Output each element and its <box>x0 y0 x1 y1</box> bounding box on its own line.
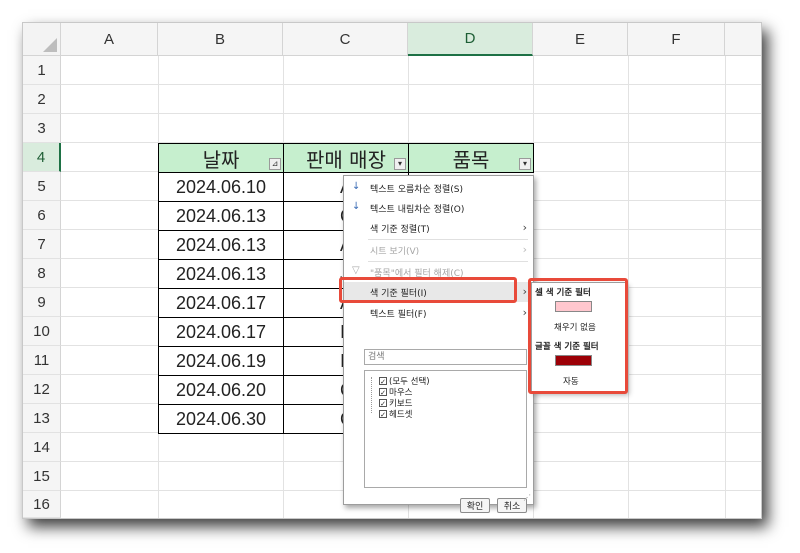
select-all-corner[interactable] <box>23 23 61 56</box>
menu-sort-by-color[interactable]: 색 기준 정렬(T) › <box>344 218 533 238</box>
row-header-3[interactable]: 3 <box>23 114 61 143</box>
filter-dropdown-icon[interactable]: ▾ <box>394 158 406 170</box>
row-header-12[interactable]: 12 <box>23 375 61 404</box>
spreadsheet-window: A B C D E F 1 2 3 4 5 6 7 8 9 10 11 12 1… <box>22 22 762 519</box>
date-cell[interactable]: 2024.06.13 <box>158 230 284 260</box>
row-header-1[interactable]: 1 <box>23 56 61 85</box>
row-header-10[interactable]: 10 <box>23 317 61 346</box>
date-cell[interactable]: 2024.06.13 <box>158 259 284 289</box>
menu-sort-ascending[interactable]: ↓ 텍스트 오름차순 정렬(S) <box>344 178 533 198</box>
header-cell-label: 날짜 <box>202 147 240 172</box>
row-header-15[interactable]: 15 <box>23 462 61 491</box>
row-header-11[interactable]: 11 <box>23 346 61 375</box>
row-header-2[interactable]: 2 <box>23 85 61 114</box>
menu-item-label: 색 기준 정렬(T) <box>370 224 430 235</box>
row-header-6[interactable]: 6 <box>23 201 61 230</box>
sort-ascending-icon: ↓ <box>352 181 361 192</box>
row-header-14[interactable]: 14 <box>23 433 61 462</box>
filter-dropdown-icon[interactable]: ⊿ <box>269 158 281 170</box>
header-cell-date[interactable]: 날짜 ⊿ <box>158 143 284 173</box>
tree-line <box>371 377 372 413</box>
filter-list-item[interactable]: ✓ 헤드셋 <box>379 408 412 420</box>
checkbox-checked-icon: ✓ <box>379 388 387 397</box>
row-header-7[interactable]: 7 <box>23 230 61 259</box>
column-header-e[interactable]: E <box>533 23 628 56</box>
date-cell[interactable]: 2024.06.17 <box>158 288 284 318</box>
filter-list-item-label: 헤드셋 <box>389 410 413 420</box>
date-cell[interactable]: 2024.06.13 <box>158 201 284 231</box>
row-header-13[interactable]: 13 <box>23 404 61 433</box>
column-header-d[interactable]: D <box>408 23 533 56</box>
column-header-b[interactable]: B <box>158 23 283 56</box>
filter-dropdown-menu: ↓ 텍스트 오름차순 정렬(S) ↓ 텍스트 내림차순 정렬(O) 색 기준 정… <box>343 175 534 513</box>
date-cell[interactable]: 2024.06.10 <box>158 172 284 202</box>
menu-sort-descending[interactable]: ↓ 텍스트 내림차순 정렬(O) <box>344 198 533 218</box>
checkbox-checked-icon: ✓ <box>379 410 387 419</box>
ok-button[interactable]: 확인 <box>460 498 490 513</box>
highlight-box <box>339 277 517 303</box>
row-header-4[interactable]: 4 <box>23 143 61 172</box>
chevron-right-icon: › <box>522 221 527 234</box>
filter-value-list: ✓ (모두 선택) ✓ 마우스 ✓ 키보드 ✓ 헤드셋 <box>364 370 527 488</box>
chevron-right-icon: › <box>522 285 527 298</box>
date-cell[interactable]: 2024.06.20 <box>158 375 284 405</box>
row-header-16[interactable]: 16 <box>23 491 61 518</box>
row-header-8[interactable]: 8 <box>23 259 61 288</box>
menu-item-label: 텍스트 오름차순 정렬(S) <box>370 184 463 195</box>
menu-item-label: 텍스트 내림차순 정렬(O) <box>370 204 465 215</box>
row-header-9[interactable]: 9 <box>23 288 61 317</box>
grid-line <box>61 113 761 114</box>
select-all-triangle-icon <box>43 38 57 52</box>
column-header-f[interactable]: F <box>628 23 725 56</box>
grid-line <box>61 84 761 85</box>
filter-dropdown-icon[interactable]: ▾ <box>519 158 531 170</box>
date-cell[interactable]: 2024.06.30 <box>158 404 284 434</box>
header-cell-label: 판매 매장 <box>306 147 386 172</box>
header-cell-store[interactable]: 판매 매장 ▾ <box>283 143 409 173</box>
filter-search-input[interactable]: 검색 <box>364 349 527 365</box>
menu-text-filter[interactable]: 텍스트 필터(F) › <box>344 303 533 323</box>
header-cell-item[interactable]: 품목 ▾ <box>408 143 534 173</box>
resize-grip-icon[interactable]: ⋰ <box>523 493 531 502</box>
chevron-right-icon: › <box>522 306 527 319</box>
column-header-a[interactable]: A <box>61 23 158 56</box>
checkbox-checked-icon: ✓ <box>379 399 387 408</box>
header-cell-label: 품목 <box>452 147 490 172</box>
column-header-next[interactable] <box>725 23 761 56</box>
checkbox-checked-icon: ✓ <box>379 377 387 386</box>
date-cell[interactable]: 2024.06.17 <box>158 317 284 347</box>
menu-item-label: 시트 보기(V) <box>370 246 420 257</box>
menu-item-label: 텍스트 필터(F) <box>370 309 427 320</box>
column-header-c[interactable]: C <box>283 23 408 56</box>
menu-sheet-view: 시트 보기(V) › <box>344 240 533 260</box>
sort-descending-icon: ↓ <box>352 201 361 212</box>
date-cell[interactable]: 2024.06.19 <box>158 346 284 376</box>
highlight-box <box>528 278 628 394</box>
chevron-right-icon: › <box>522 243 527 256</box>
row-header-5[interactable]: 5 <box>23 172 61 201</box>
